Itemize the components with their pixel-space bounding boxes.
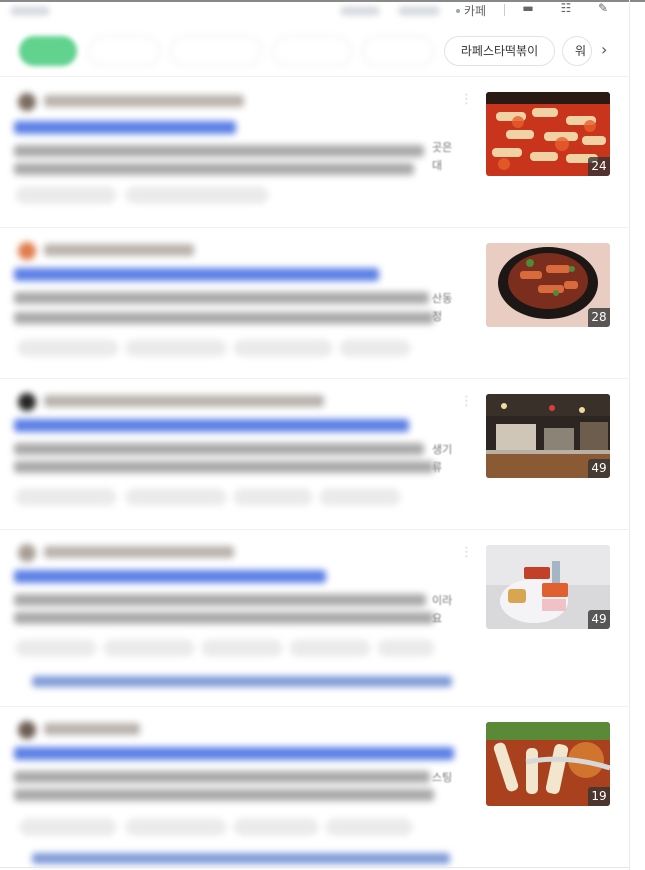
result-desc [14,443,424,455]
image-count-badge: 24 [588,157,610,176]
desc-fragment: 스팅 [432,771,453,784]
result-desc [14,771,430,783]
meta-line [44,723,140,735]
keyword-tag[interactable] [16,187,116,203]
desc-fragment: 생기 [432,443,453,456]
keyword-tag[interactable] [234,489,312,505]
top-toolbar: 카페 ▬ ☷ ✎ [0,0,645,28]
result-thumbnail[interactable]: 19 [486,722,610,806]
bottom-divider [0,867,630,868]
keyword-tag[interactable] [126,340,226,356]
author-avatar [18,93,36,111]
author-avatar [18,393,36,411]
meta-line [44,244,194,256]
result-desc [14,612,434,624]
meta-line [44,95,244,107]
search-result[interactable]: ⋮ 이라 요 49 [0,530,630,707]
image-count-badge: 19 [588,787,610,806]
chip-all[interactable] [19,36,77,66]
blurred-tab [340,6,380,16]
chip-blurred[interactable] [170,36,262,66]
blurred-tab [398,6,440,16]
result-thumbnail[interactable]: 24 [486,92,610,176]
search-result[interactable]: 산동 정 28 [0,228,630,379]
keyword-tag[interactable] [234,819,318,835]
image-count-badge: 49 [588,459,610,478]
more-options-icon[interactable]: ⋮ [460,546,473,559]
result-title[interactable] [14,747,454,760]
meta-line [44,546,234,558]
result-title[interactable] [14,268,379,281]
keyword-tag[interactable] [290,640,370,656]
grid-view-icon[interactable]: ☷ [559,2,573,14]
search-result[interactable]: ⋮ 생기 류 49 [0,379,630,530]
keyword-tag[interactable] [20,819,116,835]
chip-partial[interactable]: 워 [562,36,592,66]
chip-blurred[interactable] [88,36,160,66]
blurred-logo [10,6,50,16]
result-desc [14,292,429,304]
filter-chip-bar: 라페스타떡볶이 워 › [0,28,630,77]
keyword-tag[interactable] [104,640,194,656]
result-thumbnail[interactable]: 28 [486,243,610,327]
author-avatar [18,242,36,260]
keyword-tag[interactable] [126,187,268,203]
more-options-icon[interactable]: ⋮ [460,93,473,106]
keyword-tag[interactable] [378,640,434,656]
result-desc [14,594,426,606]
desc-fragment: 요 [432,612,443,625]
chip-blurred[interactable] [362,36,434,66]
keyword-tag[interactable] [320,489,400,505]
result-title[interactable] [14,419,409,432]
result-desc [14,789,434,801]
cafe-filter-label[interactable]: 카페 [464,2,486,19]
related-link[interactable] [32,676,452,687]
keyword-tag[interactable] [126,819,226,835]
toolbar-divider [504,4,505,16]
keyword-tag[interactable] [18,340,118,356]
meta-line [44,395,324,407]
desc-fragment: 대 [432,159,443,172]
search-result[interactable]: 스팅 19 [0,707,630,870]
related-link[interactable] [32,853,450,864]
chevron-right-icon[interactable]: › [601,42,617,58]
image-count-badge: 28 [588,308,610,327]
list-view-icon[interactable]: ▬ [521,2,535,14]
keyword-tag[interactable] [234,340,332,356]
desc-fragment: 산동 [432,292,453,305]
keyword-tag[interactable] [16,489,116,505]
keyword-tag[interactable] [202,640,282,656]
result-desc [14,163,414,175]
author-avatar [18,544,36,562]
result-desc [14,461,434,473]
result-title[interactable] [14,121,236,134]
desc-fragment: 정 [432,310,443,323]
image-count-badge: 49 [588,610,610,629]
result-thumbnail[interactable]: 49 [486,545,610,629]
edit-icon[interactable]: ✎ [596,2,610,14]
desc-fragment: 이라 [432,594,453,607]
dot-icon [456,9,460,13]
keyword-tag[interactable] [126,489,226,505]
more-options-icon[interactable]: ⋮ [460,395,473,408]
search-result[interactable]: ⋮ 곳은 대 24 [0,77,630,228]
chip-blurred[interactable] [272,36,352,66]
result-desc [14,145,424,157]
desc-fragment: 류 [432,461,443,474]
result-thumbnail[interactable]: 49 [486,394,610,478]
chip-lafesta-tteokbokki[interactable]: 라페스타떡볶이 [444,36,555,66]
keyword-tag[interactable] [340,340,410,356]
author-avatar [18,721,36,739]
result-title[interactable] [14,570,326,583]
keyword-tag[interactable] [16,640,96,656]
desc-fragment: 곳은 [432,141,453,154]
result-desc [14,312,434,324]
keyword-tag[interactable] [326,819,412,835]
